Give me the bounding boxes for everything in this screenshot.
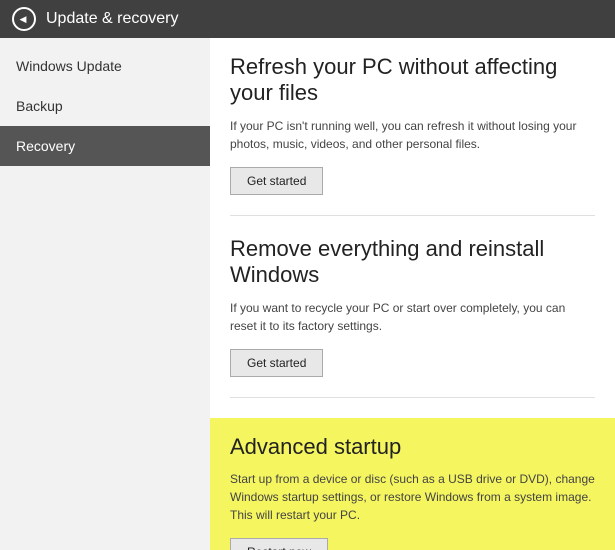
layout: Windows Update Backup Recovery Refresh y… [0,38,615,550]
main-content: Refresh your PC without affecting your f… [210,38,615,550]
refresh-title: Refresh your PC without affecting your f… [230,54,595,107]
reset-title: Remove everything and reinstall Windows [230,236,595,289]
section-reset: Remove everything and reinstall Windows … [230,236,595,398]
section-advanced: Advanced startup Start up from a device … [210,418,615,550]
header-title: Update & recovery [46,10,179,28]
header: Update & recovery [0,0,615,38]
section-refresh: Refresh your PC without affecting your f… [230,54,595,216]
reset-desc: If you want to recycle your PC or start … [230,299,595,335]
refresh-get-started-button[interactable]: Get started [230,167,323,195]
restart-now-button[interactable]: Restart now [230,538,328,550]
advanced-desc: Start up from a device or disc (such as … [230,470,595,524]
sidebar: Windows Update Backup Recovery [0,38,210,550]
reset-get-started-button[interactable]: Get started [230,349,323,377]
advanced-title: Advanced startup [230,434,595,460]
sidebar-item-backup[interactable]: Backup [0,86,210,126]
sidebar-item-recovery[interactable]: Recovery [0,126,210,166]
refresh-desc: If your PC isn't running well, you can r… [230,117,595,153]
back-icon[interactable] [12,7,36,31]
sidebar-item-windows-update[interactable]: Windows Update [0,46,210,86]
